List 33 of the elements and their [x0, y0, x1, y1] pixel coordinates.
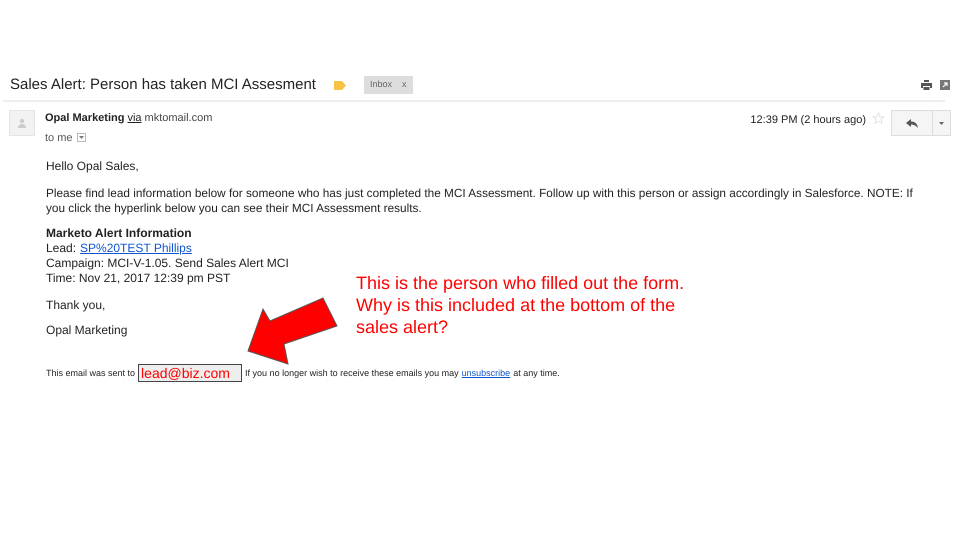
footer-text: at any time.: [513, 366, 560, 380]
reply-icon: [906, 118, 918, 128]
caret-icon: [939, 122, 944, 124]
lead-link[interactable]: SP%20TEST Phillips: [80, 241, 192, 256]
recipient-text: to me: [45, 130, 73, 146]
info-heading: Marketo Alert Information: [46, 226, 192, 241]
details-dropdown[interactable]: [76, 133, 86, 142]
new-window-icon[interactable]: [940, 80, 950, 90]
sender-domain: mktomail.com: [144, 111, 212, 126]
label-text: Inbox: [370, 78, 392, 92]
caret-icon: [78, 136, 84, 140]
closing-text: Thank you,: [46, 298, 106, 313]
email-subject: Sales Alert: Person has taken MCI Assesment: [10, 74, 316, 95]
inbox-label[interactable]: Inbox x: [364, 76, 413, 94]
lead-label: Lead:: [46, 241, 76, 256]
signature-text: Opal Marketing: [46, 323, 128, 338]
person-icon: [17, 118, 27, 128]
greeting-text: Hello Opal Sales,: [46, 159, 139, 174]
time-text: Time: Nov 21, 2017 12:39 pm PST: [46, 271, 230, 286]
star-icon[interactable]: [872, 112, 885, 125]
reply-button[interactable]: [891, 110, 933, 136]
body-paragraph: Please find lead information below for someone who has just completed the MCI Assessment. Follow up with this person or assign accordingly in Salesforce. NOTE: If you click the hyperlink below you can see their MCI Assessment results.: [46, 186, 914, 216]
via-link[interactable]: via: [127, 110, 142, 126]
sender-name: Opal Marketing: [45, 111, 124, 126]
print-icon[interactable]: [921, 80, 932, 90]
email-time: 12:39 PM (2 hours ago): [750, 113, 866, 128]
email-address-highlight: lead@biz.com: [138, 364, 242, 382]
annotation-text: This is the person who filled out the form. Why is this included at the bottom of the sales alert?: [356, 272, 686, 338]
remove-label-button[interactable]: x: [402, 78, 407, 92]
footer-text: This email was sent to: [46, 366, 136, 380]
footer-text: If you no longer wish to receive these emails you may: [245, 366, 459, 380]
campaign-text: Campaign: MCI-V-1.05. Send Sales Alert MCI: [46, 256, 289, 271]
unsubscribe-link[interactable]: unsubscribe: [462, 366, 510, 380]
